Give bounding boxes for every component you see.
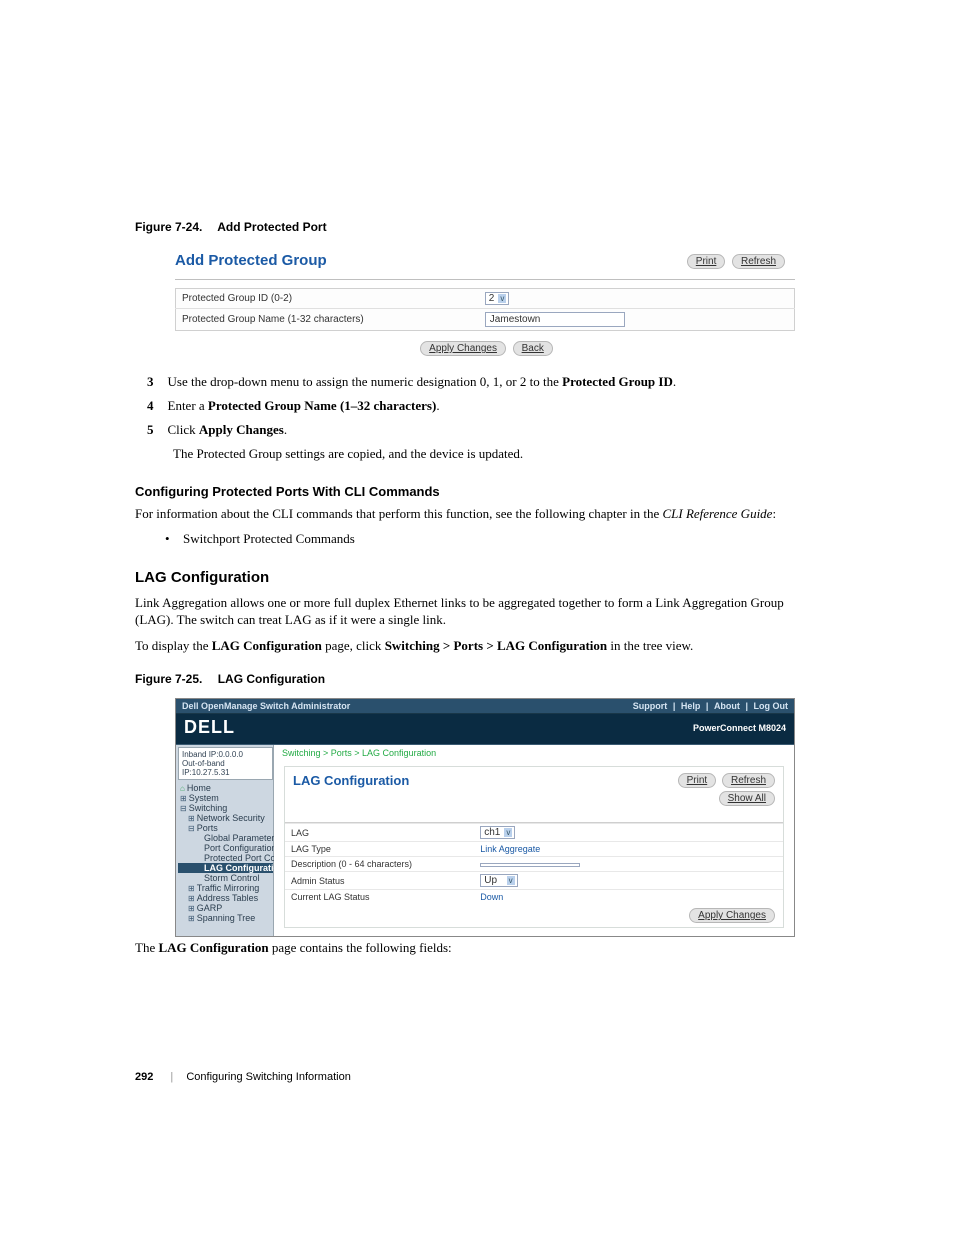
support-link[interactable]: Support: [633, 701, 668, 711]
apply-changes-button[interactable]: Apply Changes: [420, 341, 506, 356]
chevron-down-icon: v: [504, 828, 512, 837]
breadcrumb: Switching > Ports > LAG Configuration: [274, 745, 794, 761]
description-input[interactable]: [480, 863, 580, 867]
expand-icon: ⊞: [188, 904, 195, 913]
add-protected-group-form: Protected Group ID (0-2) 2v Protected Gr…: [175, 288, 795, 331]
tree-spanning-tree[interactable]: ⊞Spanning Tree: [178, 913, 273, 923]
app-title: Dell OpenManage Switch Administrator: [182, 701, 350, 711]
lag-para-1: Link Aggregation allows one or more full…: [135, 594, 824, 629]
protected-group-id-value: 2: [489, 293, 495, 304]
figure-7-24-number: Figure 7-24.: [135, 220, 202, 234]
lag-heading: LAG Configuration: [135, 569, 824, 586]
step-5-result: The Protected Group settings are copied,…: [173, 446, 824, 462]
tree-ports[interactable]: ⊟Ports: [178, 823, 273, 833]
lag-type-value: Link Aggregate: [474, 842, 783, 857]
lag-select[interactable]: ch1 v: [480, 826, 515, 839]
logout-link[interactable]: Log Out: [754, 701, 789, 711]
protected-group-id-label: Protected Group ID (0-2): [176, 289, 479, 309]
expand-icon: ⊞: [188, 894, 195, 903]
expand-icon: ⊞: [188, 814, 195, 823]
inband-ip: Inband IP:0.0.0.0: [182, 750, 269, 759]
current-lag-status-value: Down: [474, 890, 783, 905]
lag-type-label: LAG Type: [285, 842, 474, 857]
figure-7-25-title: LAG Configuration: [218, 672, 325, 686]
admin-status-label: Admin Status: [285, 872, 474, 890]
admin-status-value: Up: [484, 875, 497, 886]
lag-value: ch1: [484, 827, 500, 838]
page-number: 292: [135, 1071, 153, 1083]
tree-port-configuration[interactable]: Port Configuration: [178, 843, 273, 853]
print-button[interactable]: Print: [678, 773, 717, 788]
print-button[interactable]: Print: [687, 254, 726, 269]
sidebar: Inband IP:0.0.0.0 Out-of-band IP:10.27.5…: [176, 745, 274, 936]
cli-bullet: Switchport Protected Commands: [183, 531, 824, 547]
tree-switching[interactable]: ⊟Switching: [178, 803, 273, 813]
add-protected-group-title: Add Protected Group: [175, 252, 327, 269]
description-label: Description (0 - 64 characters): [285, 857, 474, 872]
lag-after-text: The LAG Configuration page contains the …: [135, 940, 824, 956]
tree-system[interactable]: ⊞System: [178, 793, 273, 803]
tree-storm-control[interactable]: Storm Control: [178, 873, 273, 883]
protected-group-id-select[interactable]: 2v: [485, 292, 510, 305]
tree-traffic-mirroring[interactable]: ⊞Traffic Mirroring: [178, 883, 273, 893]
nav-tree: ⌂Home ⊞System ⊟Switching ⊞Network Securi…: [178, 783, 273, 923]
expand-icon: ⊞: [188, 914, 195, 923]
about-link[interactable]: About: [714, 701, 740, 711]
chevron-down-icon: v: [507, 876, 515, 885]
tree-network-security[interactable]: ⊞Network Security: [178, 813, 273, 823]
chevron-down-icon: v: [498, 294, 506, 303]
app-titlebar: Dell OpenManage Switch Administrator Sup…: [176, 699, 794, 714]
step-5: 5Click Apply Changes.: [147, 422, 824, 438]
figure-7-25-number: Figure 7-25.: [135, 672, 202, 686]
protected-group-name-input[interactable]: Jamestown: [485, 312, 625, 327]
step-4-number: 4: [147, 398, 154, 413]
apply-changes-button[interactable]: Apply Changes: [689, 908, 775, 923]
step-5-number: 5: [147, 422, 154, 437]
show-all-button[interactable]: Show All: [719, 791, 775, 806]
figure-7-24: Add Protected Group Print Refresh Protec…: [175, 246, 795, 356]
home-icon: ⌂: [180, 784, 185, 793]
dell-logo: DELL: [184, 717, 235, 738]
cli-paragraph: For information about the CLI commands t…: [135, 505, 824, 523]
lag-form: LAG ch1 v LAG Type Link Aggregate: [285, 823, 783, 904]
expand-icon: ⊞: [180, 794, 187, 803]
refresh-button[interactable]: Refresh: [732, 254, 785, 269]
collapse-icon: ⊟: [188, 824, 195, 833]
tree-address-tables[interactable]: ⊞Address Tables: [178, 893, 273, 903]
cli-heading: Configuring Protected Ports With CLI Com…: [135, 484, 824, 499]
chapter-title: Configuring Switching Information: [186, 1071, 350, 1083]
help-link[interactable]: Help: [681, 701, 701, 711]
figure-7-25: Dell OpenManage Switch Administrator Sup…: [175, 698, 795, 937]
refresh-button[interactable]: Refresh: [722, 773, 775, 788]
figure-7-24-caption: Figure 7-24. Add Protected Port: [135, 220, 824, 234]
step-3-number: 3: [147, 374, 154, 389]
tree-garp[interactable]: ⊞GARP: [178, 903, 273, 913]
protected-group-name-label: Protected Group Name (1-32 characters): [176, 309, 479, 331]
figure-7-24-title: Add Protected Port: [217, 220, 326, 234]
tree-global-parameters[interactable]: Global Parameters: [178, 833, 273, 843]
figure-7-25-caption: Figure 7-25. LAG Configuration: [135, 672, 824, 686]
lag-label: LAG: [285, 824, 474, 842]
ip-info: Inband IP:0.0.0.0 Out-of-band IP:10.27.5…: [178, 747, 273, 780]
collapse-icon: ⊟: [180, 804, 187, 813]
brand-bar: DELL PowerConnect M8024: [176, 714, 794, 745]
step-4: 4Enter a Protected Group Name (1–32 char…: [147, 398, 824, 414]
admin-status-select[interactable]: Up v: [480, 874, 517, 887]
tree-home[interactable]: ⌂Home: [178, 783, 273, 793]
expand-icon: ⊞: [188, 884, 195, 893]
page-footer: 292 | Configuring Switching Information: [135, 1071, 351, 1083]
tree-protected-port-conf[interactable]: Protected Port Conf: [178, 853, 273, 863]
current-lag-status-label: Current LAG Status: [285, 890, 474, 905]
lag-panel-title: LAG Configuration: [293, 773, 409, 788]
step-3: 3Use the drop-down menu to assign the nu…: [147, 374, 824, 390]
outofband-ip: Out-of-band IP:10.27.5.31: [182, 759, 269, 777]
back-button[interactable]: Back: [513, 341, 553, 356]
lag-para-2: To display the LAG Configuration page, c…: [135, 637, 824, 655]
product-name: PowerConnect M8024: [693, 723, 786, 733]
tree-lag-configuration[interactable]: LAG Configuration: [178, 863, 273, 873]
